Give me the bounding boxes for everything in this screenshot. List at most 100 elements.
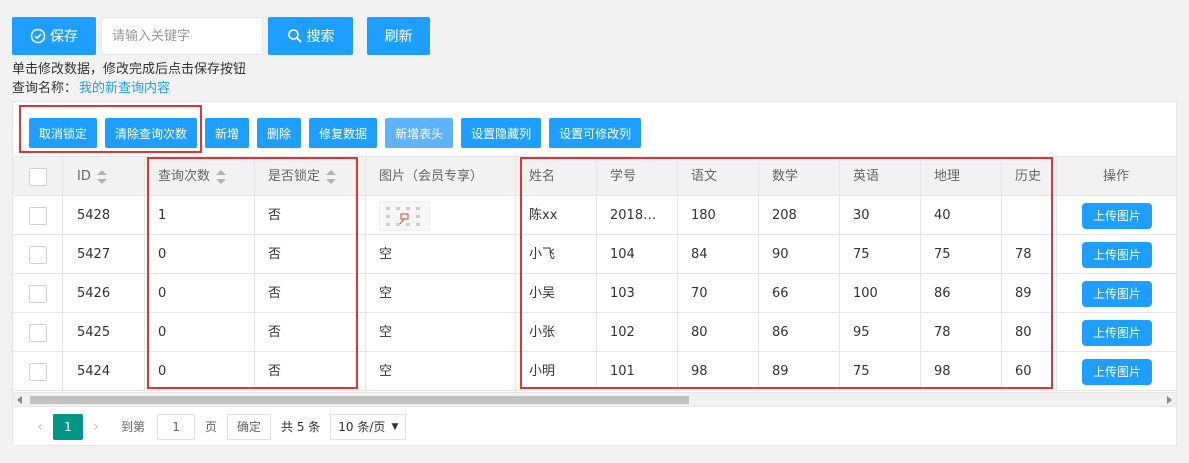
- search-input[interactable]: [101, 17, 263, 55]
- cell-name[interactable]: 小张: [516, 313, 597, 352]
- cell-math[interactable]: 66: [759, 274, 840, 313]
- cell-chinese[interactable]: 80: [678, 313, 759, 352]
- cell-locked[interactable]: 否: [255, 352, 366, 391]
- sort-icon[interactable]: [216, 169, 227, 184]
- query-name-link[interactable]: 我的新查询内容: [79, 81, 170, 96]
- clear-query-count-button[interactable]: 清除查询次数: [105, 118, 198, 148]
- row-checkbox[interactable]: [13, 352, 63, 391]
- cell-name[interactable]: 陈xx: [516, 196, 597, 235]
- cell-chinese[interactable]: 98: [678, 352, 759, 391]
- cell-query-count[interactable]: 0: [145, 274, 255, 313]
- cell-geography[interactable]: 98: [921, 352, 1002, 391]
- cell-id[interactable]: 5425: [63, 313, 145, 352]
- row-checkbox[interactable]: [13, 313, 63, 352]
- scroll-left-icon[interactable]: [17, 396, 22, 404]
- cell-english[interactable]: 100: [840, 274, 921, 313]
- scrollbar-thumb[interactable]: [30, 396, 689, 404]
- cell-chinese[interactable]: 180: [678, 196, 759, 235]
- current-page[interactable]: 1: [53, 413, 83, 440]
- image-thumbnail[interactable]: [379, 200, 430, 231]
- upload-image-button[interactable]: 上传图片: [1082, 358, 1153, 385]
- cell-locked[interactable]: 否: [255, 274, 366, 313]
- cell-geography[interactable]: 86: [921, 274, 1002, 313]
- save-button[interactable]: 保存: [12, 17, 96, 55]
- cell-student-no[interactable]: 102: [597, 313, 678, 352]
- cell-image[interactable]: 空: [366, 313, 516, 352]
- cell-chinese[interactable]: 84: [678, 235, 759, 274]
- cell-image[interactable]: 空: [366, 235, 516, 274]
- header-id[interactable]: ID: [63, 157, 145, 196]
- cell-history[interactable]: 80: [1002, 313, 1057, 352]
- cell-student-no[interactable]: 2018…: [597, 196, 678, 235]
- cell-math[interactable]: 90: [759, 235, 840, 274]
- sort-icon[interactable]: [326, 169, 337, 184]
- cell-history[interactable]: 89: [1002, 274, 1057, 313]
- add-header-button[interactable]: 新增表头: [385, 118, 454, 148]
- row-checkbox[interactable]: [13, 235, 63, 274]
- table-row[interactable]: 5426 0 否空小吴 103 70 66 100 86 89 上传图片: [13, 274, 1176, 313]
- next-page-icon[interactable]: ›: [83, 419, 109, 435]
- header-query-count[interactable]: 查询次数: [145, 157, 255, 196]
- cell-name[interactable]: 小明: [516, 352, 597, 391]
- page-size-select[interactable]: 10 条/页 ▼: [330, 413, 407, 440]
- cell-locked[interactable]: 否: [255, 196, 366, 235]
- row-checkbox[interactable]: [13, 196, 63, 235]
- cell-query-count[interactable]: 0: [145, 235, 255, 274]
- checkbox[interactable]: [29, 323, 47, 342]
- search-button[interactable]: 搜索: [268, 17, 353, 55]
- upload-image-button[interactable]: 上传图片: [1082, 319, 1153, 346]
- goto-confirm-button[interactable]: 确定: [227, 413, 272, 440]
- cell-locked[interactable]: 否: [255, 313, 366, 352]
- checkbox[interactable]: [29, 284, 47, 303]
- cell-math[interactable]: 86: [759, 313, 840, 352]
- cell-english[interactable]: 95: [840, 313, 921, 352]
- cell-id[interactable]: 5424: [63, 352, 145, 391]
- unlock-button[interactable]: 取消锁定: [29, 118, 98, 148]
- row-checkbox[interactable]: [13, 274, 63, 313]
- checkbox[interactable]: [29, 206, 47, 225]
- cell-chinese[interactable]: 70: [678, 274, 759, 313]
- cell-english[interactable]: 75: [840, 352, 921, 391]
- cell-name[interactable]: 小飞: [516, 235, 597, 274]
- cell-image[interactable]: 空: [366, 352, 516, 391]
- cell-history[interactable]: 60: [1002, 352, 1057, 391]
- cell-history[interactable]: [1002, 196, 1057, 235]
- cell-id[interactable]: 5427: [63, 235, 145, 274]
- goto-page-input[interactable]: 1: [157, 413, 196, 440]
- delete-button[interactable]: 删除: [257, 118, 302, 148]
- set-editable-columns-button[interactable]: 设置可修改列: [549, 118, 642, 148]
- upload-image-button[interactable]: 上传图片: [1082, 280, 1153, 307]
- cell-geography[interactable]: 78: [921, 313, 1002, 352]
- horizontal-scrollbar[interactable]: [13, 392, 1176, 406]
- cell-name[interactable]: 小吴: [516, 274, 597, 313]
- checkbox[interactable]: [29, 362, 47, 381]
- cell-history[interactable]: 78: [1002, 235, 1057, 274]
- cell-math[interactable]: 89: [759, 352, 840, 391]
- cell-student-no[interactable]: 103: [597, 274, 678, 313]
- cell-id[interactable]: 5426: [63, 274, 145, 313]
- cell-query-count[interactable]: 0: [145, 313, 255, 352]
- cell-student-no[interactable]: 104: [597, 235, 678, 274]
- repair-data-button[interactable]: 修复数据: [309, 118, 378, 148]
- cell-english[interactable]: 30: [840, 196, 921, 235]
- cell-english[interactable]: 75: [840, 235, 921, 274]
- table-row[interactable]: 5425 0 否空小张 102 80 86 95 78 80 上传图片: [13, 313, 1176, 352]
- cell-student-no[interactable]: 101: [597, 352, 678, 391]
- cell-query-count[interactable]: 1: [145, 196, 255, 235]
- scroll-right-icon[interactable]: [1167, 396, 1172, 404]
- cell-id[interactable]: 5428: [63, 196, 145, 235]
- checkbox[interactable]: [29, 167, 47, 186]
- cell-image[interactable]: 空: [366, 274, 516, 313]
- checkbox[interactable]: [29, 245, 47, 264]
- sort-icon[interactable]: [96, 169, 107, 184]
- cell-math[interactable]: 208: [759, 196, 840, 235]
- upload-image-button[interactable]: 上传图片: [1082, 241, 1153, 268]
- cell-image[interactable]: [366, 196, 516, 235]
- header-select-all[interactable]: [13, 157, 63, 196]
- set-hidden-columns-button[interactable]: 设置隐藏列: [461, 118, 542, 148]
- cell-geography[interactable]: 40: [921, 196, 1002, 235]
- refresh-button[interactable]: 刷新: [367, 17, 430, 55]
- cell-geography[interactable]: 75: [921, 235, 1002, 274]
- add-button[interactable]: 新增: [205, 118, 250, 148]
- table-row[interactable]: 5427 0 否空小飞 104 84 90 75 75 78 上传图片: [13, 235, 1176, 274]
